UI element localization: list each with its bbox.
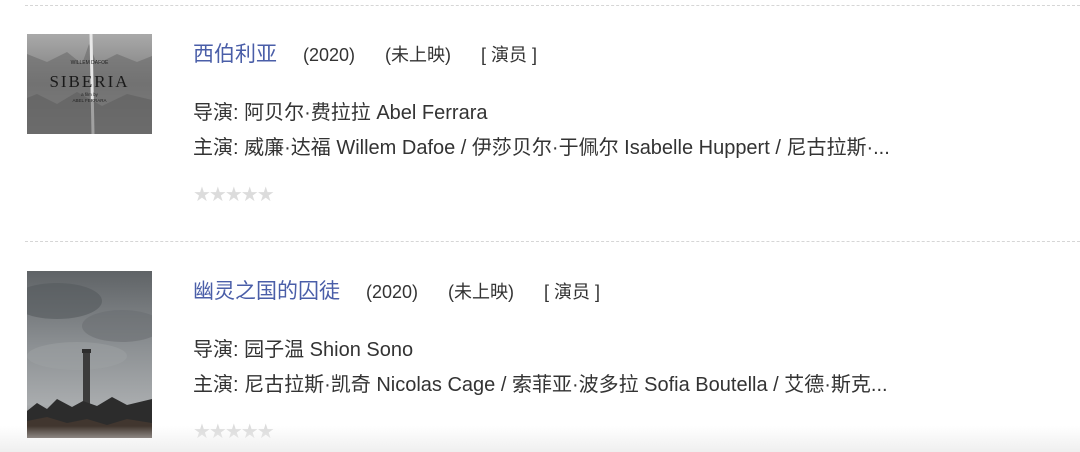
movie-status: (未上映) <box>448 282 515 302</box>
poster-actor-text: WILLEM DAFOE <box>71 60 109 66</box>
movie-year: (2020) <box>366 282 419 302</box>
movie-title-link[interactable]: 幽灵之国的囚徒 <box>193 280 340 303</box>
cast-line: 主演: 威廉·达福 Willem Dafoe / 伊莎贝尔·于佩尔 Isabel… <box>193 137 890 159</box>
title-row: 西伯利亚 (2020) (未上映) [ 演员 ] <box>193 38 537 68</box>
movie-title-link[interactable]: 西伯利亚 <box>193 43 277 66</box>
cast-line: 主演: 尼古拉斯·凯奇 Nicolas Cage / 索菲亚·波多拉 Sofia… <box>193 374 888 396</box>
movie-poster[interactable] <box>27 271 152 438</box>
movie-year: (2020) <box>303 45 356 65</box>
item-divider <box>25 241 1080 242</box>
poster-credit-line2: ABEL FERRARA <box>72 98 106 103</box>
movie-role: [ 演员 ] <box>481 45 538 65</box>
title-row: 幽灵之国的囚徒 (2020) (未上映) [ 演员 ] <box>193 275 600 305</box>
rating-stars: ★★★★★ <box>193 184 275 206</box>
poster-title-text: SIBERIA <box>49 72 129 91</box>
poster-credit-line1: a film by <box>81 92 99 97</box>
top-divider <box>25 5 1080 6</box>
movie-item: WILLEM DAFOE SIBERIA a film by ABEL FERR… <box>0 34 1080 234</box>
director-line: 导演: 阿贝尔·费拉拉 Abel Ferrara <box>193 102 488 124</box>
movie-item: 幽灵之国的囚徒 (2020) (未上映) [ 演员 ] 导演: 园子温 Shion S… <box>0 271 1080 452</box>
movie-poster[interactable]: WILLEM DAFOE SIBERIA a film by ABEL FERR… <box>27 34 152 134</box>
movie-status: (未上映) <box>385 45 452 65</box>
bottom-fade <box>0 426 1080 452</box>
director-line: 导演: 园子温 Shion Sono <box>193 339 414 361</box>
movie-role: [ 演员 ] <box>544 282 601 302</box>
